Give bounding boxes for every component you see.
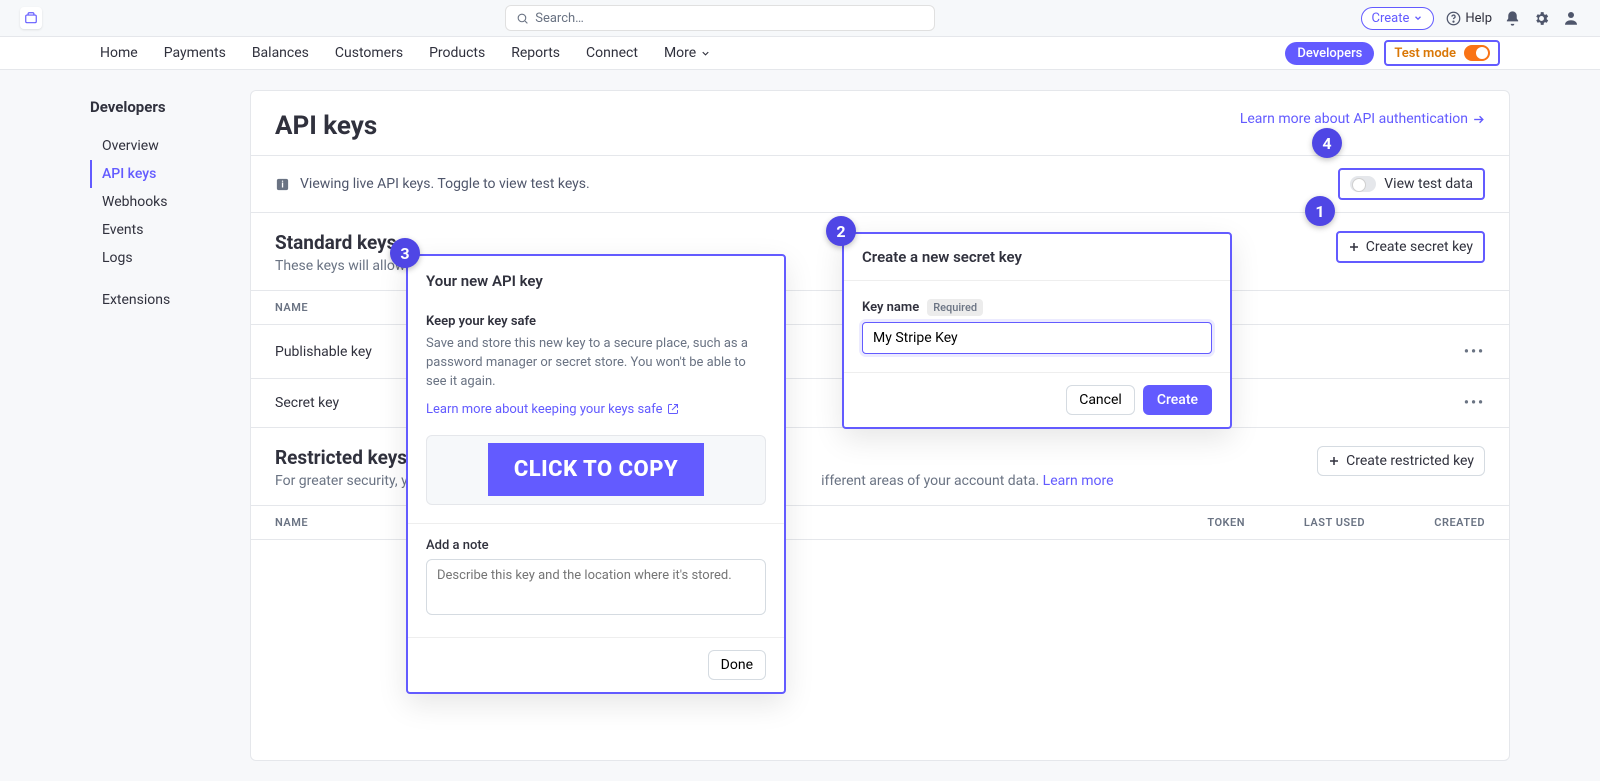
nav-customers[interactable]: Customers [335, 45, 403, 61]
add-note-label: Add a note [426, 538, 766, 553]
main-nav: Home Payments Balances Customers Product… [0, 37, 1600, 70]
create-button[interactable]: Create [1143, 385, 1212, 415]
help-label: Help [1465, 11, 1492, 26]
notifications-icon[interactable] [1504, 10, 1521, 27]
col-created: CREATED [1389, 506, 1509, 540]
external-link-icon [667, 403, 679, 415]
callout-4: 4 [1312, 128, 1342, 158]
create-restricted-key-button[interactable]: Create restricted key [1317, 446, 1485, 476]
required-badge: Required [927, 299, 983, 316]
notice-text: Viewing live API keys. Toggle to view te… [300, 176, 590, 192]
nav-balances[interactable]: Balances [252, 45, 309, 61]
restricted-desc-suffix: ifferent areas of your account data. [821, 473, 1043, 489]
nav-reports[interactable]: Reports [511, 45, 560, 61]
keep-safe-heading: Keep your key safe [426, 314, 766, 329]
nav-home[interactable]: Home [100, 45, 138, 61]
search-input[interactable]: Search… [505, 5, 935, 31]
sidebar-item-overview[interactable]: Overview [90, 132, 250, 160]
info-icon: i [275, 177, 290, 192]
topbar: Search… Create Help [0, 0, 1600, 37]
plus-icon [1348, 241, 1360, 253]
help-link[interactable]: Help [1446, 11, 1492, 26]
nav-payments[interactable]: Payments [164, 45, 226, 61]
col-token: TOKEN [1149, 506, 1269, 540]
nav-more[interactable]: More [664, 45, 711, 61]
key-name-input[interactable] [862, 322, 1212, 354]
toggle-off-icon [1350, 176, 1376, 192]
sidebar-item-events[interactable]: Events [90, 216, 250, 244]
plus-icon [1328, 455, 1340, 467]
toggle-on-icon [1464, 45, 1490, 61]
create-secret-label: Create secret key [1366, 239, 1473, 255]
profile-icon[interactable] [1562, 9, 1580, 27]
sidebar-item-webhooks[interactable]: Webhooks [90, 188, 250, 216]
nav-more-label: More [664, 45, 696, 61]
callout-1: 1 [1305, 196, 1335, 226]
create-secret-key-button[interactable]: Create secret key [1336, 231, 1485, 263]
note-textarea[interactable] [426, 559, 766, 615]
nav-products[interactable]: Products [429, 45, 485, 61]
standard-keys-heading: Standard keys [275, 231, 689, 254]
create-restricted-label: Create restricted key [1346, 453, 1474, 469]
nav-connect[interactable]: Connect [586, 45, 638, 61]
restricted-learn-more[interactable]: Learn more [1043, 473, 1114, 489]
create-button[interactable]: Create [1361, 7, 1435, 30]
svg-text:i: i [281, 180, 283, 190]
cancel-button[interactable]: Cancel [1066, 385, 1135, 415]
keep-safe-text: Save and store this new key to a secure … [426, 335, 766, 392]
view-test-label: View test data [1384, 176, 1473, 192]
arrow-right-icon [1472, 113, 1485, 126]
learn-auth-link[interactable]: Learn more about API authentication [1240, 111, 1485, 127]
click-to-copy-button[interactable]: CLICK TO COPY [488, 443, 704, 496]
settings-icon[interactable] [1533, 10, 1550, 27]
create-secret-key-dialog: Create a new secret key Key name Require… [842, 232, 1232, 429]
callout-2: 2 [826, 216, 856, 246]
test-mode-toggle[interactable]: Test mode [1384, 40, 1500, 66]
sidebar-item-logs[interactable]: Logs [90, 244, 250, 272]
create-label: Create [1372, 11, 1410, 26]
new-api-key-dialog: Your new API key Keep your key safe Save… [406, 254, 786, 694]
sidebar-title: Developers [90, 98, 250, 116]
callout-3: 3 [390, 238, 420, 268]
done-button[interactable]: Done [708, 650, 766, 680]
sidebar-item-api-keys[interactable]: API keys [90, 160, 250, 188]
dialog-title: Your new API key [408, 256, 784, 302]
learn-keys-safe-link[interactable]: Learn more about keeping your keys safe [426, 402, 679, 417]
chevron-down-icon [700, 48, 711, 59]
sidebar-item-extensions[interactable]: Extensions [90, 286, 250, 314]
key-display-box: CLICK TO COPY [426, 435, 766, 505]
page-title: API keys [275, 111, 377, 141]
search-placeholder: Search… [535, 11, 584, 26]
col-last-used: LAST USED [1269, 506, 1389, 540]
developers-badge[interactable]: Developers [1285, 42, 1374, 65]
view-test-toggle[interactable]: View test data [1338, 168, 1485, 200]
learn-auth-label: Learn more about API authentication [1240, 111, 1468, 127]
learn-keys-label: Learn more about keeping your keys safe [426, 402, 663, 417]
chevron-down-icon [1413, 13, 1423, 23]
app-logo[interactable] [20, 7, 42, 29]
dialog-title: Create a new secret key [844, 234, 1230, 281]
help-icon [1446, 11, 1461, 26]
test-mode-label: Test mode [1394, 46, 1456, 61]
sidebar: Developers Overview API keys Webhooks Ev… [90, 90, 250, 761]
key-name-label: Key name [862, 300, 919, 315]
